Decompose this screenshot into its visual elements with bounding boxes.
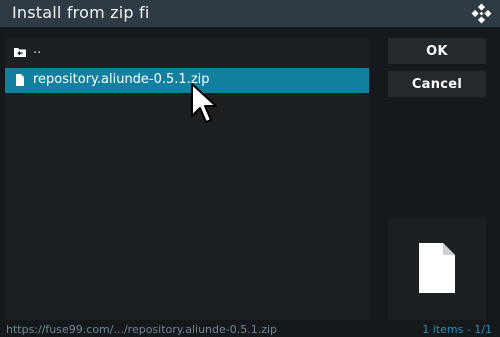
item-count: 1 items - 1/1 xyxy=(422,323,492,336)
file-large-icon xyxy=(419,243,455,293)
list-item-label: repository.aliunde-0.5.1.zip xyxy=(33,72,210,87)
preview-thumbnail xyxy=(388,218,486,320)
list-item-parent-folder[interactable]: .. xyxy=(5,40,369,65)
file-icon xyxy=(16,74,24,86)
kodi-logo-icon xyxy=(471,3,492,24)
list-item-zip-file[interactable]: repository.aliunde-0.5.1.zip xyxy=(5,68,369,93)
ok-button[interactable]: OK xyxy=(388,38,486,64)
status-path: https://fuse99.com/.../repository.aliund… xyxy=(6,323,278,336)
mouse-pointer-icon xyxy=(191,83,217,123)
list-item-label: .. xyxy=(33,42,42,57)
dialog-title: Install from zip fi xyxy=(12,3,150,22)
dialog-titlebar: Install from zip fi xyxy=(0,0,500,27)
file-list: .. repository.aliunde-0.5.1.zip xyxy=(5,38,369,320)
folder-back-icon xyxy=(14,48,26,57)
cancel-button[interactable]: Cancel xyxy=(388,71,486,97)
